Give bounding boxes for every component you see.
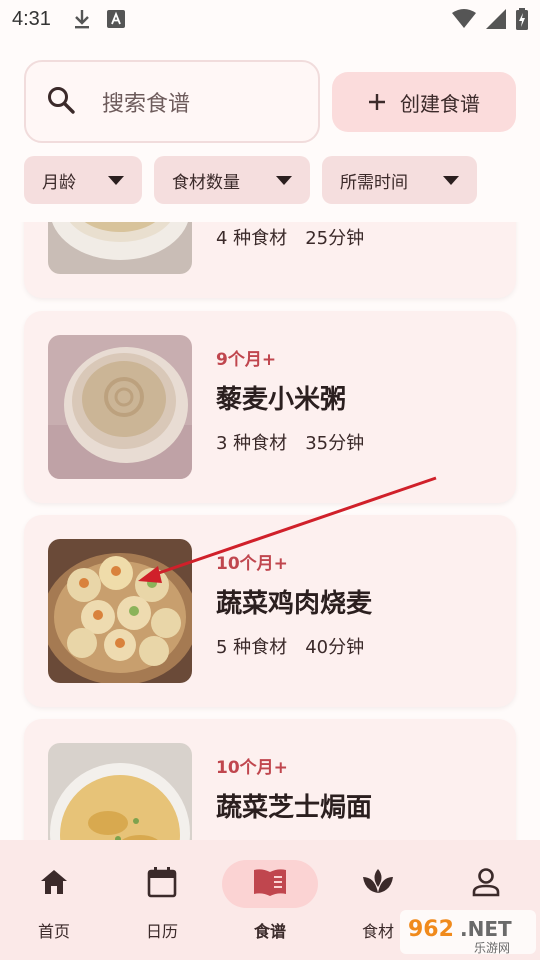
filter-time-label: 所需时间	[340, 172, 408, 193]
create-recipe-button[interactable]: 创建食谱	[332, 72, 516, 132]
recipe-image-quinoa-porridge	[48, 335, 192, 479]
svg-text:.NET: .NET	[460, 917, 512, 941]
recipe-ingredient-count: 4 种食材	[216, 228, 288, 249]
nav-calendar[interactable]: 日历	[112, 860, 212, 950]
watermark-logo: 962 .NET 乐游网	[400, 908, 536, 956]
recipe-meta: 4 种食材 25分钟	[216, 224, 364, 250]
download-icon	[73, 8, 91, 30]
status-time: 4:31	[12, 7, 51, 30]
recipe-list[interactable]: 4 种食材 25分钟 9个月+ 藜麦小米粥 3 种食材 35分钟 10个月+ 蔬…	[0, 222, 540, 840]
recipe-ingredient-count: 3 种食材	[216, 433, 288, 454]
filter-ingredient-count[interactable]: 食材数量	[154, 156, 310, 204]
chevron-down-icon	[276, 175, 292, 185]
recipe-card[interactable]: 10个月+ 蔬菜芝士焗面	[24, 719, 516, 840]
recipe-duration: 35分钟	[305, 433, 365, 454]
leaf-icon	[361, 867, 395, 901]
nav-home-label: 首页	[37, 922, 70, 941]
recipe-ingredient-count: 5 种食材	[216, 637, 288, 658]
recipe-title: 蔬菜鸡肉烧麦	[216, 589, 373, 619]
recipe-meta: 3 种食材 35分钟	[216, 429, 364, 455]
search-input[interactable]: 搜索食谱	[24, 60, 320, 143]
recipe-duration: 40分钟	[305, 637, 365, 658]
battery-charging-icon	[516, 8, 528, 30]
home-icon	[39, 868, 69, 900]
recipe-title: 蔬菜芝士焗面	[216, 793, 373, 823]
recipe-card[interactable]: 9个月+ 藜麦小米粥 3 种食材 35分钟	[24, 311, 516, 503]
search-icon	[46, 85, 76, 119]
person-icon	[472, 867, 500, 901]
plus-icon	[368, 88, 386, 116]
recipe-age: 10个月+	[216, 554, 288, 574]
filter-time[interactable]: 所需时间	[322, 156, 477, 204]
svg-text:乐游网: 乐游网	[474, 941, 510, 955]
filter-ingredient-count-label: 食材数量	[172, 172, 240, 193]
calendar-icon	[147, 866, 177, 902]
create-recipe-label: 创建食谱	[400, 91, 480, 116]
status-bar: 4:31	[0, 0, 540, 38]
recipe-age: 9个月+	[216, 350, 277, 370]
chevron-down-icon	[443, 175, 459, 185]
recipe-image-porridge	[48, 222, 192, 274]
recipe-title: 藜麦小米粥	[216, 385, 347, 415]
nav-home[interactable]: 首页	[4, 860, 104, 950]
signal-icon	[486, 9, 506, 29]
recipe-image-cheese-pasta	[48, 743, 192, 840]
search-placeholder: 搜索食谱	[102, 91, 191, 117]
filter-age[interactable]: 月龄	[24, 156, 142, 204]
nav-recipes[interactable]: 食谱	[220, 860, 320, 950]
recipe-age: 10个月+	[216, 758, 288, 778]
recipe-image-shaomai	[48, 539, 192, 683]
nav-recipes-label: 食谱	[253, 922, 286, 941]
recipe-duration: 25分钟	[305, 228, 365, 249]
svg-text:962: 962	[408, 917, 454, 942]
nav-ingredients-label: 食材	[361, 922, 394, 941]
chevron-down-icon	[108, 175, 124, 185]
recipe-card[interactable]: 10个月+ 蔬菜鸡肉烧麦 5 种食材 40分钟	[24, 515, 516, 707]
filter-age-label: 月龄	[42, 172, 76, 193]
recipe-meta: 5 种食材 40分钟	[216, 633, 364, 659]
recipe-card[interactable]: 4 种食材 25分钟	[24, 222, 516, 298]
recipe-book-icon	[252, 868, 288, 900]
wifi-icon	[452, 9, 476, 29]
app-a-icon	[106, 10, 125, 28]
nav-calendar-label: 日历	[145, 922, 178, 941]
